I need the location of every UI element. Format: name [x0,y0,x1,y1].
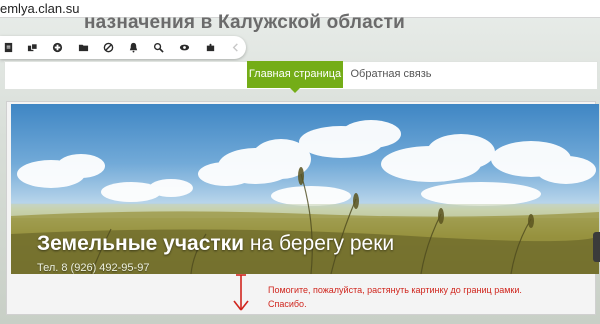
url-text: emlya.clan.su [0,1,80,16]
layers-icon[interactable] [26,41,39,54]
block-icon[interactable] [102,41,115,54]
add-icon[interactable] [51,41,64,54]
tab-feedback[interactable]: Обратная связь [343,61,439,88]
banner-title: Земельные участки на берегу реки [37,232,394,256]
down-arrow-icon [233,274,249,311]
editor-toolbar [0,36,246,59]
note-line-2: Спасибо. [268,299,307,309]
tab-home[interactable]: Главная страница [247,61,343,88]
folder-icon[interactable] [77,41,90,54]
header-banner-image: Земельные участки на берегу реки Тел. 8 … [11,104,599,274]
search-icon[interactable] [152,41,165,54]
chevron-left-icon[interactable] [229,41,242,54]
document-icon[interactable] [2,41,15,54]
banner-phone: Тел. 8 (926) 492-95-97 [37,262,150,274]
scroll-edge [593,232,600,262]
eye-icon[interactable] [178,41,191,54]
note-line-1: Помогите, пожалуйста, растянуть картинку… [268,285,522,295]
bell-icon[interactable] [127,41,140,54]
site-title: назначения в Калужской области [84,12,406,33]
puzzle-icon[interactable] [204,41,217,54]
banner-title-bold: Земельные участки [37,232,245,255]
annotation-note: Помогите, пожалуйста, растянуть картинку… [268,283,568,311]
banner-title-rest: на берегу реки [244,232,395,255]
active-tab-pointer [290,88,300,93]
